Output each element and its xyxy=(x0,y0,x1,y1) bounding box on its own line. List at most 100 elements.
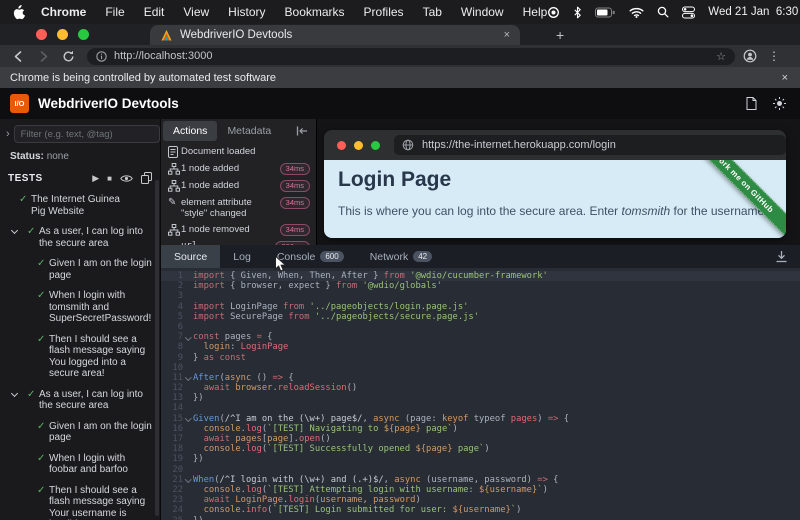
tree-item-scenario[interactable]: ✓As a user, I can log into the secure ar… xyxy=(0,389,160,412)
tab-log[interactable]: Log xyxy=(220,245,264,268)
event-time-badge: 34ms xyxy=(280,197,310,209)
tab-close-icon[interactable]: × xyxy=(504,29,510,41)
code-line: 9} as const xyxy=(161,353,800,363)
reload-button[interactable] xyxy=(62,50,75,63)
tab-actions[interactable]: Actions xyxy=(163,121,217,141)
theme-toggle-sun-icon[interactable] xyxy=(773,97,786,110)
filter-input[interactable] xyxy=(14,125,160,143)
code-line: 25}) xyxy=(161,516,800,520)
tree-item-feature[interactable]: ✓The Internet Guinea Pig Website xyxy=(0,194,160,217)
chevron-down-icon[interactable] xyxy=(11,227,18,234)
event-row[interactable]: →url298ms xyxy=(161,238,316,245)
check-icon: ✓ xyxy=(37,290,45,302)
wifi-icon[interactable] xyxy=(629,7,644,18)
back-button[interactable] xyxy=(12,50,25,63)
sidebar-collapse-icon[interactable]: › xyxy=(6,128,10,140)
fold-gutter xyxy=(183,281,193,291)
fold-chevron-icon[interactable] xyxy=(183,414,193,424)
control-center-icon[interactable] xyxy=(682,6,695,19)
tab-label: Log xyxy=(233,251,251,263)
collapse-panel-icon[interactable] xyxy=(296,126,308,136)
menu-items: Chrome File Edit View History Bookmarks Profil… xyxy=(41,5,547,19)
tree-item-step[interactable]: ✓Then I should see a flash message sayin… xyxy=(0,334,160,380)
stop-tests-icon[interactable]: ■ xyxy=(107,174,112,183)
code-text: await browser.reloadSession() xyxy=(193,383,800,393)
bookmark-star-icon[interactable]: ☆ xyxy=(716,50,726,63)
forward-button[interactable] xyxy=(37,50,50,63)
preview-close-button xyxy=(337,141,346,150)
menubar-clock[interactable]: Wed 21 Jan 6:30 PM xyxy=(708,6,800,18)
tree-item-step[interactable]: ✓Then I should see a flash message sayin… xyxy=(0,485,160,520)
preview-maximize-button xyxy=(371,141,380,150)
event-row[interactable]: Document loaded xyxy=(161,143,316,160)
tab-metadata[interactable]: Metadata xyxy=(217,121,281,141)
code-line: 6 xyxy=(161,322,800,332)
sidebar-scrollbar[interactable] xyxy=(155,180,159,516)
menu-window[interactable]: Window xyxy=(461,5,504,19)
menu-bookmarks[interactable]: Bookmarks xyxy=(285,5,345,19)
menu-file[interactable]: File xyxy=(105,5,124,19)
report-file-icon[interactable] xyxy=(746,97,757,110)
menu-chrome[interactable]: Chrome xyxy=(41,5,86,19)
tab-count-badge: 42 xyxy=(413,251,432,262)
event-row[interactable]: 1 node added34ms xyxy=(161,160,316,177)
line-number: 9 xyxy=(161,353,183,363)
line-number: 10 xyxy=(161,363,183,373)
tree-item-scenario[interactable]: ✓As a user, I can log into the secure ar… xyxy=(0,226,160,249)
spotlight-search-icon[interactable] xyxy=(657,6,669,18)
maximize-window-button[interactable] xyxy=(78,29,89,40)
code-line: 13}) xyxy=(161,393,800,403)
tree-item-label: As a user, I can log into the secure are… xyxy=(39,226,143,249)
battery-icon[interactable] xyxy=(595,7,616,18)
screen-record-icon[interactable] xyxy=(547,6,560,19)
chrome-menu-icon[interactable]: ⋮ xyxy=(768,49,780,63)
fold-chevron-icon[interactable] xyxy=(183,475,193,485)
fold-chevron-icon[interactable] xyxy=(183,373,193,383)
code-text: Given(/^I am on the (\w+) page$/, async … xyxy=(193,414,800,424)
bluetooth-icon[interactable] xyxy=(573,6,582,19)
event-row[interactable]: ✎element attribute "style" changed34ms xyxy=(161,194,316,221)
page-title: WebdriverIO Devtools xyxy=(38,96,179,111)
menu-edit[interactable]: Edit xyxy=(144,5,165,19)
tree-item-step[interactable]: ✓Given I am on the login page xyxy=(0,421,160,444)
pencil-icon: ✎ xyxy=(168,197,181,208)
profile-avatar-icon[interactable] xyxy=(743,49,757,63)
run-tests-icon[interactable]: ▶ xyxy=(92,173,99,184)
new-tab-button[interactable]: + xyxy=(556,27,564,43)
apple-icon[interactable] xyxy=(12,5,25,20)
chevron-down-icon[interactable] xyxy=(11,389,18,396)
download-icon[interactable] xyxy=(775,250,788,263)
site-info-icon[interactable] xyxy=(96,51,107,62)
copy-icon[interactable] xyxy=(141,172,152,184)
tab-network[interactable]: Network42 xyxy=(357,245,445,268)
menu-help[interactable]: Help xyxy=(523,5,548,19)
menu-view[interactable]: View xyxy=(183,5,209,19)
event-row[interactable]: 1 node removed34ms xyxy=(161,221,316,238)
minimize-window-button[interactable] xyxy=(57,29,68,40)
infobar-close-icon[interactable]: × xyxy=(782,72,788,84)
menu-tab[interactable]: Tab xyxy=(423,5,442,19)
fold-gutter xyxy=(183,454,193,464)
tree-item-step[interactable]: ✓Given I am on the login page xyxy=(0,258,160,281)
address-bar[interactable]: http://localhost:3000 ☆ xyxy=(87,48,735,65)
menu-profiles[interactable]: Profiles xyxy=(364,5,404,19)
tree-item-label: As a user, I can log into the secure are… xyxy=(39,389,143,412)
watch-eye-icon[interactable] xyxy=(120,174,133,183)
tab-source[interactable]: Source xyxy=(161,245,220,268)
code-text: When(/^I login with (\w+) and (.+)$/, as… xyxy=(193,475,800,485)
actions-panel: Actions Metadata Document loaded1 node a… xyxy=(160,119,316,245)
line-number: 14 xyxy=(161,403,183,413)
macos-menubar: Chrome File Edit View History Bookmarks Profil… xyxy=(0,0,800,24)
menu-history[interactable]: History xyxy=(228,5,265,19)
source-code-editor[interactable]: 1import { Given, When, Then, After } fro… xyxy=(160,268,800,520)
status-label: Status: xyxy=(10,151,44,162)
line-number: 18 xyxy=(161,444,183,454)
fold-gutter xyxy=(183,342,193,352)
close-window-button[interactable] xyxy=(36,29,47,40)
fold-chevron-icon[interactable] xyxy=(183,332,193,342)
browser-tab[interactable]: WebdriverIO Devtools × xyxy=(150,25,520,45)
fold-gutter xyxy=(183,353,193,363)
event-row[interactable]: 1 node added34ms xyxy=(161,177,316,194)
tree-item-step[interactable]: ✓When I login with tomsmith and SuperSec… xyxy=(0,290,160,325)
tree-item-step[interactable]: ✓When I login with foobar and barfoo xyxy=(0,453,160,476)
